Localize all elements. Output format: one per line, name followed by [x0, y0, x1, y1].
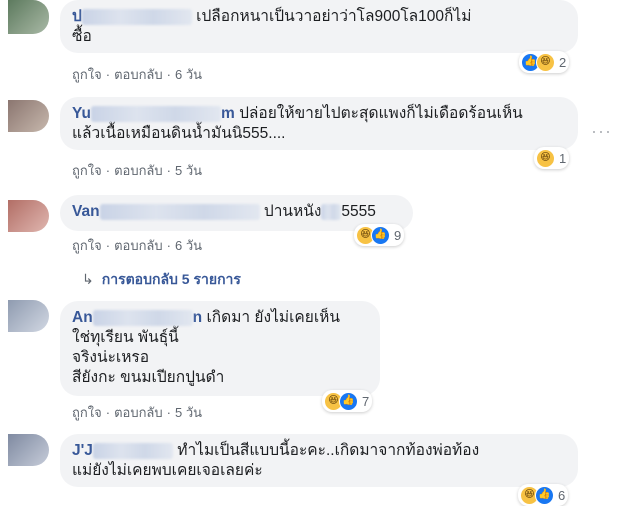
reaction-count: 9	[394, 227, 402, 243]
reply-link[interactable]: ตอบกลับ	[114, 405, 163, 420]
haha-icon: 😆	[536, 52, 555, 72]
commenter-name-tail[interactable]: n	[193, 309, 202, 326]
comment-actions: ถูกใจ · ตอบกลับ · 5 วัน	[72, 163, 203, 178]
redacted-name	[90, 105, 221, 122]
avatar[interactable]	[8, 0, 49, 34]
redacted-name	[92, 442, 173, 459]
like-link[interactable]: ถูกใจ	[72, 405, 102, 420]
like-link[interactable]: ถูกใจ	[72, 238, 102, 253]
like-icon: 👍	[371, 225, 390, 245]
reply-arrow-icon: ↳	[82, 271, 94, 287]
reaction-count: 7	[362, 393, 370, 409]
commenter-name[interactable]: ป	[72, 8, 82, 25]
commenter-name[interactable]: J'J	[72, 442, 93, 459]
comment-text: แม่ยังไม่เคยพบเคยเจอเลยค่ะ	[72, 462, 263, 479]
reaction-summary[interactable]: 😆 1	[534, 147, 570, 169]
view-replies-link[interactable]: ↳ การตอบกลับ 5 รายการ	[82, 269, 241, 291]
comment-bubble: J'J ทำไมเป็นสีแบบนี้อะคะ..เกิดมาจากท้องพ…	[60, 434, 578, 487]
comment-text-tail: 5555	[341, 203, 376, 220]
comment-bubble: An n เกิดมา ยังไม่เคยเห็น ใช่ทุเรียน พันธ…	[60, 301, 380, 396]
timestamp[interactable]: 6 วัน	[175, 67, 202, 82]
timestamp[interactable]: 5 วัน	[175, 163, 202, 178]
avatar[interactable]	[8, 434, 49, 466]
reply-link[interactable]: ตอบกลับ	[114, 163, 163, 178]
redacted-name	[81, 8, 192, 25]
comment-text: ใช่ทุเรียน พันธุ์นี้	[72, 329, 179, 346]
commenter-name[interactable]: Yu	[72, 105, 91, 122]
comment-text: เปลือกหนาเป็นวาอย่าว่าโล900โล100ก็ไม่	[196, 8, 472, 25]
comment-bubble: Yu m ปล่อยให้ขายไปตะสุดแพงก็ไม่เดือดร้อนเ…	[60, 97, 578, 150]
comment-text: ทำไมเป็นสีแบบนี้อะคะ..เกิดมาจากท้องพ่อท้…	[177, 442, 480, 459]
comment-bubble: ป เปลือกหนาเป็นวาอย่าว่าโล900โล100ก็ไม่ …	[60, 0, 578, 53]
commenter-name[interactable]: Van	[72, 203, 100, 220]
reaction-count: 2	[559, 54, 567, 70]
haha-icon: 😆	[536, 148, 555, 168]
redacted-text	[321, 203, 342, 220]
like-icon: 👍	[339, 391, 358, 411]
avatar[interactable]	[8, 300, 49, 332]
comment-text: ซื้อ	[72, 28, 92, 45]
like-link[interactable]: ถูกใจ	[72, 67, 102, 82]
timestamp[interactable]: 6 วัน	[175, 238, 202, 253]
avatar[interactable]	[8, 200, 49, 232]
reaction-count: 1	[559, 150, 567, 166]
avatar[interactable]	[8, 100, 49, 132]
reply-link[interactable]: ตอบกลับ	[114, 67, 163, 82]
comment-text: ปานหนัง	[263, 203, 322, 220]
commenter-name-tail[interactable]: m	[221, 105, 235, 122]
commenter-name[interactable]: An	[72, 309, 93, 326]
like-icon: 👍	[535, 485, 554, 505]
comment-text: ปล่อยให้ขายไปตะสุดแพงก็ไม่เดือดร้อนเห็น	[239, 105, 523, 122]
reaction-summary[interactable]: 😆 👍 7	[322, 390, 373, 412]
reaction-summary[interactable]: 😆 👍 6	[518, 484, 569, 506]
timestamp[interactable]: 5 วัน	[175, 405, 202, 420]
like-link[interactable]: ถูกใจ	[72, 163, 102, 178]
reply-link[interactable]: ตอบกลับ	[114, 238, 163, 253]
redacted-name	[92, 309, 193, 326]
comment-text: แล้วเนื้อเหมือนดินน้ำมันนิ555....	[72, 125, 286, 142]
redacted-name	[99, 203, 260, 220]
reaction-summary[interactable]: 😆 👍 9	[354, 224, 405, 246]
comment-text: เกิดมา ยังไม่เคยเห็น	[206, 309, 340, 326]
comment-actions: ถูกใจ · ตอบกลับ · 6 วัน	[72, 67, 203, 82]
reaction-summary[interactable]: 👍 😆 2	[519, 51, 570, 73]
reaction-count: 6	[558, 487, 566, 503]
comment-text: จริงน่ะเหรอ	[72, 349, 150, 366]
comment-actions: ถูกใจ · ตอบกลับ · 6 วัน	[72, 238, 203, 253]
comment-text: สียังกะ ขนมเปียกปูนดำ	[72, 369, 225, 386]
replies-count-label: การตอบกลับ 5 รายการ	[101, 271, 241, 287]
comment-actions: ถูกใจ · ตอบกลับ · 5 วัน	[72, 405, 203, 420]
more-options-icon[interactable]: ···	[591, 121, 612, 142]
